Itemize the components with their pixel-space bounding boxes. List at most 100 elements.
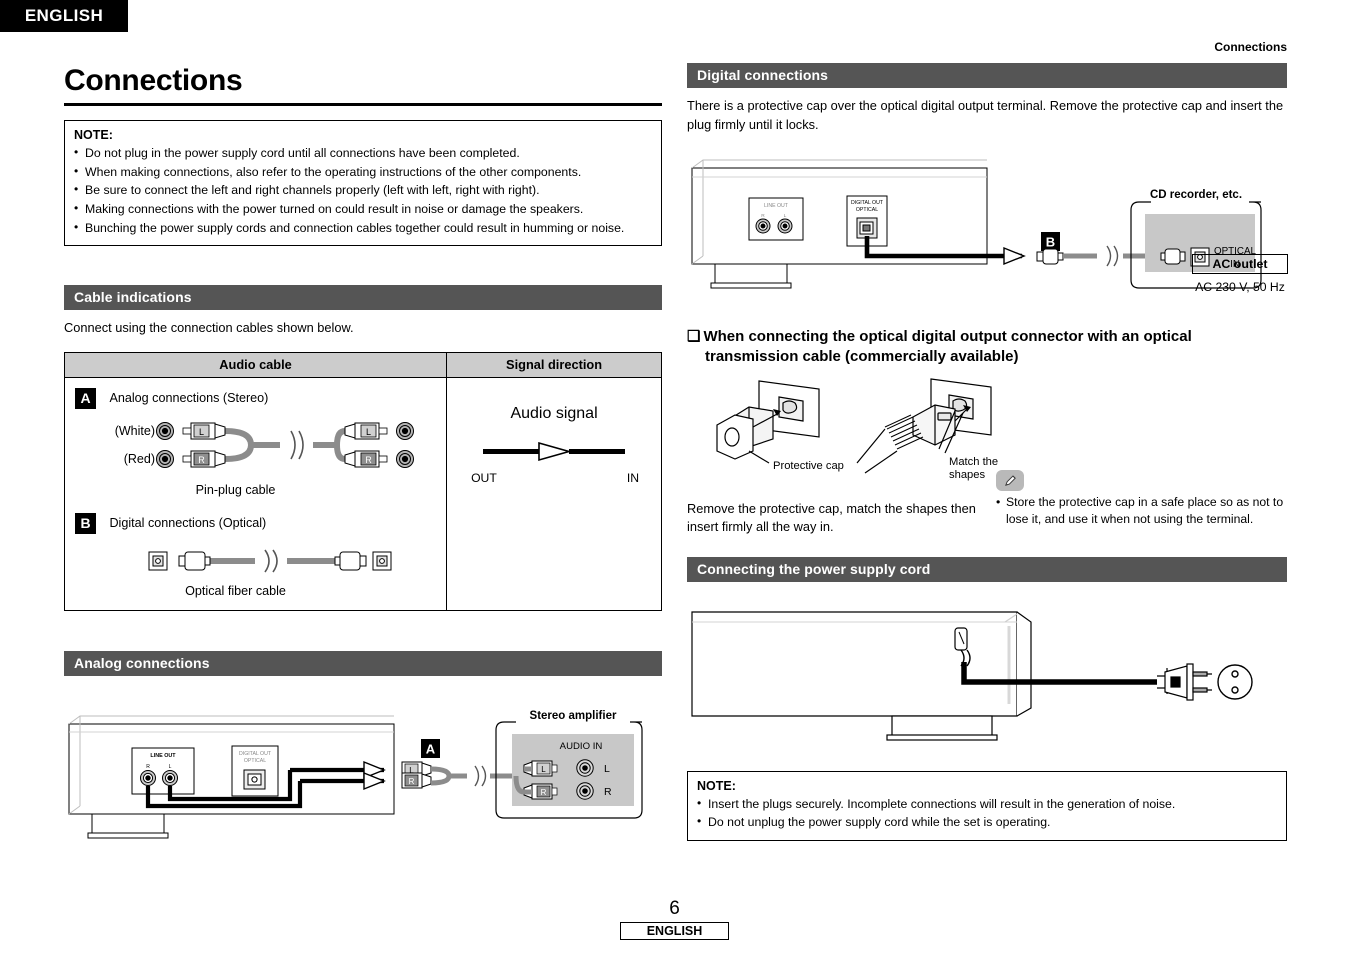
list-item: Do not plug in the power supply cord unt… bbox=[74, 143, 652, 163]
optical-cable-row: B Digital connections (Optical) bbox=[65, 497, 446, 534]
cable-table: Audio cable Signal direction A Analog co… bbox=[63, 351, 662, 611]
audio-in-label: AUDIO IN bbox=[560, 741, 603, 752]
cable-marker-b: B bbox=[75, 512, 96, 534]
power-note-list: Insert the plugs securely. Incomplete co… bbox=[697, 794, 1277, 832]
section-header-label: Digital connections bbox=[697, 67, 829, 83]
list-item: Do not unplug the power supply cord whil… bbox=[697, 812, 1277, 832]
cell-audio-cable: A Analog connections (Stereo) L R L R (W… bbox=[63, 376, 448, 611]
cell-signal-direction: Audio signal OUT IN bbox=[446, 376, 662, 611]
line-out-l-label: L bbox=[169, 764, 172, 770]
pin-plug-cable-caption: Pin-plug cable bbox=[195, 482, 276, 497]
power-cord-figure bbox=[687, 600, 1287, 755]
column-header-audio-cable: Audio cable bbox=[63, 351, 448, 378]
section-header-label: Analog connections bbox=[74, 654, 210, 671]
page-number: 6 bbox=[669, 898, 680, 919]
line-out-r-label: R bbox=[146, 764, 150, 770]
digital-out-label: DIGITAL OUT bbox=[239, 751, 272, 757]
optical-label: OPTICAL bbox=[856, 207, 878, 213]
cable-indications-intro: Connect using the connection cables show… bbox=[64, 320, 354, 336]
list-item: When making connections, also refer to t… bbox=[74, 162, 652, 182]
table-row: A Analog connections (Stereo) L R L R (W… bbox=[63, 376, 662, 611]
svg-text:R: R bbox=[409, 777, 415, 786]
page-title: Connections bbox=[64, 64, 243, 97]
optical-cable-label: Digital connections (Optical) bbox=[109, 516, 267, 531]
power-cord-svg bbox=[691, 611, 1253, 741]
left-column: Connections NOTE: Do not plug in the pow… bbox=[63, 58, 662, 847]
audio-signal-title: Audio signal bbox=[510, 404, 598, 422]
optical-instruction-block: Remove the protective cap, match the sha… bbox=[687, 500, 978, 537]
title-rule bbox=[64, 103, 662, 106]
optical-cable-subheading-line1: When connecting the optical digital outp… bbox=[703, 328, 1192, 346]
section-header-analog-connections: Analog connections bbox=[64, 650, 662, 676]
checkbox-glyph: ❑ bbox=[687, 328, 701, 346]
optical-cable-notes: Remove the protective cap, match the sha… bbox=[687, 469, 1287, 537]
pencil-icon bbox=[996, 469, 1024, 491]
signal-arrow-figure bbox=[447, 423, 661, 468]
plug-white-label: (White) bbox=[115, 424, 155, 438]
line-out-label: LINE OUT bbox=[764, 203, 789, 209]
ac-rating-label: AC 230 V, 50 Hz bbox=[1195, 280, 1285, 294]
ac-outlet-label: AC outlet bbox=[1192, 254, 1288, 274]
section-header-power-cord: Connecting the power supply cord bbox=[687, 556, 1287, 582]
svg-text:L: L bbox=[366, 427, 371, 437]
protective-cap-figure: Protective cap Match the shapes bbox=[687, 377, 1287, 494]
language-tab: ENGLISH bbox=[0, 0, 128, 32]
section-header-cable-indications: Cable indications bbox=[64, 285, 662, 311]
pin-plug-cable-figure: L R L R (White) (Red) bbox=[65, 409, 446, 487]
protective-cap-label: Protective cap bbox=[773, 460, 844, 472]
footer-language-label: ENGLISH bbox=[619, 922, 730, 940]
signal-out-label: OUT bbox=[471, 470, 497, 485]
svg-text:R: R bbox=[365, 455, 372, 465]
recorder-title: CD recorder, etc. bbox=[1150, 189, 1242, 201]
line-out-label: LINE OUT bbox=[150, 753, 176, 759]
section-header-label: Connecting the power supply cord bbox=[697, 560, 931, 577]
analog-connections-svg: LINE OUT R L DIGITAL OUT OPTICAL A L R S… bbox=[68, 710, 643, 839]
analog-marker-a: A bbox=[426, 741, 436, 756]
top-note-list: Do not plug in the power supply cord unt… bbox=[74, 143, 652, 237]
digital-out-label: DIGITAL OUT bbox=[851, 200, 884, 206]
optical-memo-block: Store the protective cap in a safe place… bbox=[996, 469, 1287, 537]
language-tab-label: ENGLISH bbox=[24, 6, 104, 25]
optical-fiber-cable-svg bbox=[148, 549, 392, 573]
match-shapes-label-1: Match the bbox=[949, 456, 998, 468]
ac-outlet-block: AC outlet AC 230 V, 50 Hz bbox=[1192, 254, 1288, 294]
top-note-title: NOTE: bbox=[74, 128, 113, 142]
list-item: Making connections with the power turned… bbox=[74, 199, 652, 219]
optical-memo-text: Store the protective cap in a safe place… bbox=[996, 494, 1287, 529]
section-header-digital-connections: Digital connections bbox=[687, 63, 1287, 88]
analog-connections-figure: LINE OUT R L DIGITAL OUT OPTICAL A L R S… bbox=[64, 702, 662, 847]
optical-label: OPTICAL bbox=[244, 758, 266, 764]
amp-jack-l-label: L bbox=[604, 763, 610, 775]
optical-instruction: Remove the protective cap, match the sha… bbox=[687, 500, 976, 535]
amp-jack-r-label: R bbox=[604, 786, 612, 798]
line-out-r-label: R bbox=[761, 213, 765, 219]
pencil-glyph bbox=[1004, 475, 1016, 486]
match-shapes-label-2: shapes bbox=[949, 469, 985, 481]
amplifier-title: Stereo amplifier bbox=[530, 710, 617, 722]
plug-red-label: (Red) bbox=[124, 452, 155, 466]
digital-connections-intro: There is a protective cap over the optic… bbox=[687, 98, 1284, 132]
signal-direction-labels: OUT IN bbox=[447, 468, 661, 485]
svg-text:L: L bbox=[541, 765, 546, 774]
list-item: Be sure to connect the left and right ch… bbox=[74, 180, 652, 200]
running-head: Connections bbox=[1214, 40, 1287, 54]
power-note-box: NOTE: Insert the plugs securely. Incompl… bbox=[687, 770, 1287, 842]
top-note-box: NOTE: Do not plug in the power supply co… bbox=[64, 120, 662, 247]
analog-cable-label: Analog connections (Stereo) bbox=[109, 391, 269, 406]
table-header-row: Audio cable Signal direction bbox=[63, 351, 662, 378]
svg-text:L: L bbox=[199, 427, 204, 437]
signal-arrow-icon bbox=[483, 441, 626, 462]
svg-text:R: R bbox=[541, 788, 547, 797]
list-item: Insert the plugs securely. Incomplete co… bbox=[697, 794, 1277, 814]
digital-marker-b: B bbox=[1046, 235, 1055, 250]
power-note-title: NOTE: bbox=[697, 778, 736, 793]
optical-fiber-cable-caption: Optical fiber cable bbox=[185, 583, 286, 598]
line-out-l-label: L bbox=[784, 213, 787, 219]
pin-plug-cable-svg: L R L R (White) (Red) bbox=[115, 421, 414, 468]
column-header-signal-direction: Signal direction bbox=[446, 351, 662, 378]
analog-cable-row: A Analog connections (Stereo) bbox=[65, 378, 446, 409]
right-column: Connections Digital connections There is… bbox=[687, 40, 1288, 842]
page-footer: 6 ENGLISH bbox=[0, 898, 1349, 940]
protective-cap-svg: Protective cap Match the shapes bbox=[716, 378, 998, 481]
optical-fiber-cable-figure bbox=[65, 534, 446, 580]
